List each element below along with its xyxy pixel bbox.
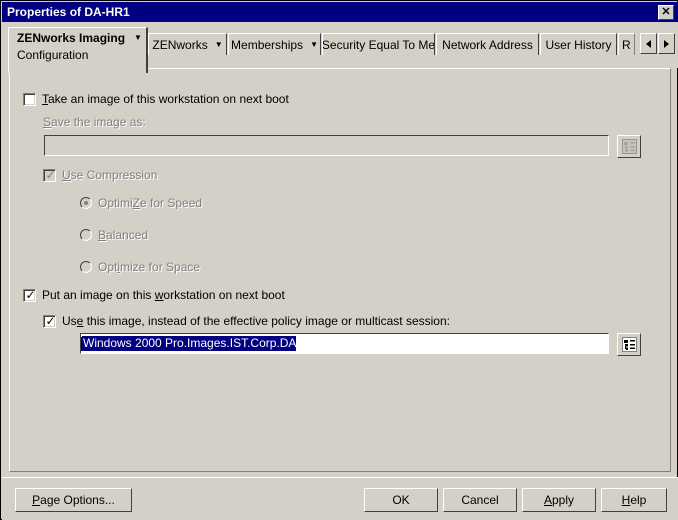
help-label: elp	[630, 493, 647, 507]
optimize-for-space-label: Optimize for Space	[98, 260, 200, 274]
balanced-accel: B	[98, 228, 107, 242]
check-icon: ✓	[25, 287, 36, 302]
dialog-button-bar: Page Options... OK Cancel Apply Help	[2, 477, 678, 520]
optimize-for-space-pre: Opt	[98, 260, 118, 274]
page-options-label: age Options...	[40, 493, 115, 507]
save-image-browse-button	[617, 135, 641, 158]
put-image-pre: Put an image on this	[42, 288, 155, 302]
cancel-button[interactable]: Cancel	[443, 488, 517, 512]
tree-browse-icon	[621, 139, 637, 154]
save-image-label-text: ave the image as:	[51, 115, 146, 129]
ok-label: OK	[392, 493, 410, 507]
tab-user-history[interactable]: User History	[540, 33, 617, 55]
cancel-label: Cancel	[461, 493, 499, 507]
take-image-label: Take an image of this workstation on nex…	[42, 92, 289, 106]
check-icon: ✓	[45, 167, 56, 182]
tab-network-address-label: Network Address	[442, 37, 533, 52]
take-image-checkbox-row[interactable]: Take an image of this workstation on nex…	[23, 92, 289, 106]
check-icon: ✓	[45, 313, 56, 328]
tab-rights-clipped[interactable]: R	[618, 33, 635, 55]
use-compression-checkbox-row: ✓ Use Compression	[43, 168, 157, 182]
chevron-left-icon	[646, 39, 651, 48]
apply-accel: A	[543, 493, 552, 507]
optimize-for-speed-pre: Optimi	[98, 196, 133, 210]
page-options-button[interactable]: Page Options...	[15, 488, 132, 512]
tab-zenworks[interactable]: ZENworks ▼	[148, 33, 227, 55]
optimize-for-space-radio-row: Optimize for Space	[80, 260, 200, 274]
take-image-label-text: ake an image of this workstation on next…	[48, 92, 289, 106]
imaging-configuration-panel: Take an image of this workstation on nex…	[9, 68, 671, 472]
save-image-as-label: Save the image as:	[43, 115, 146, 129]
chevron-down-icon: ▼	[134, 33, 142, 42]
optimize-for-speed-label: OptimiZe for Speed	[98, 196, 202, 210]
tab-memberships[interactable]: Memberships ▼	[228, 33, 321, 55]
put-image-label: Put an image on this workstation on next…	[42, 288, 285, 302]
radio-dot-icon	[84, 201, 88, 205]
apply-button[interactable]: Apply	[522, 488, 596, 512]
optimize-for-speed-radio	[80, 197, 92, 209]
tab-user-history-label: User History	[545, 37, 612, 52]
use-this-image-checkbox-row[interactable]: ✓ Use this image, instead of the effecti…	[43, 314, 450, 328]
chevron-right-icon	[664, 39, 669, 48]
chevron-down-icon: ▼	[214, 39, 223, 49]
image-path-input-value: Windows 2000 Pro.Images.IST.Corp.DA	[82, 336, 297, 351]
tree-browse-icon	[621, 337, 637, 352]
image-path-browse-button[interactable]	[617, 333, 641, 356]
tab-memberships-label: Memberships	[231, 37, 304, 52]
tab-rights-clipped-label: R	[622, 37, 631, 52]
tab-scroll-left-button[interactable]	[640, 33, 657, 54]
tab-zenworks-imaging-label: ZENworks Imaging	[17, 31, 126, 45]
title-bar: Properties of DA-HR1 ✕	[2, 2, 678, 22]
help-button[interactable]: Help	[601, 488, 667, 512]
use-compression-checkbox: ✓	[43, 167, 56, 182]
tab-zenworks-imaging[interactable]: ZENworks Imaging ▼ Configuration	[8, 27, 148, 73]
close-button[interactable]: ✕	[658, 4, 674, 20]
tab-zenworks-imaging-sublabel: Configuration	[17, 48, 89, 62]
put-image-post: orkstation on next boot	[163, 288, 285, 302]
balanced-label: Balanced	[98, 228, 148, 242]
optimize-for-speed-accel: Z	[132, 196, 141, 210]
use-compression-label: Use Compression	[62, 168, 157, 182]
take-image-checkbox[interactable]	[23, 92, 36, 106]
apply-label: pply	[552, 493, 575, 507]
optimize-for-speed-post: e for Speed	[140, 196, 203, 210]
ok-button[interactable]: OK	[364, 488, 438, 512]
save-image-accel: S	[43, 115, 52, 129]
properties-dialog: Properties of DA-HR1 ✕ ZENworks Imaging …	[0, 0, 678, 520]
put-image-checkbox[interactable]: ✓	[23, 287, 36, 302]
use-this-image-pre: Us	[62, 314, 77, 328]
balanced-radio	[80, 229, 92, 241]
save-image-input	[44, 135, 609, 156]
balanced-post: alanced	[106, 228, 149, 242]
put-image-checkbox-row[interactable]: ✓ Put an image on this workstation on ne…	[23, 288, 285, 302]
window-title: Properties of DA-HR1	[7, 5, 130, 19]
use-this-image-post: this image, instead of the effective pol…	[83, 314, 450, 328]
optimize-for-speed-radio-row: OptimiZe for Speed	[80, 196, 202, 210]
use-compression-accel: U	[62, 168, 71, 182]
close-icon: ✕	[661, 5, 671, 18]
chevron-down-icon: ▼	[310, 39, 318, 49]
tab-zenworks-label: ZENworks	[152, 37, 208, 52]
tab-security-equal-to-me-label: Security Equal To Me	[322, 37, 435, 52]
help-accel: H	[621, 493, 631, 507]
tab-security-equal-to-me[interactable]: Security Equal To Me	[322, 33, 435, 55]
save-image-label-row: Save the image as:	[43, 115, 146, 129]
page-options-accel: P	[32, 493, 41, 507]
use-compression-label-text: se Compression	[70, 168, 158, 182]
use-this-image-label: Use this image, instead of the effective…	[62, 314, 450, 328]
tab-scroll-right-button[interactable]	[658, 33, 675, 54]
tab-zenworks-imaging-line1: ZENworks Imaging ▼	[17, 31, 142, 45]
use-this-image-checkbox[interactable]: ✓	[43, 313, 56, 328]
tab-network-address[interactable]: Network Address	[436, 33, 539, 55]
optimize-for-space-radio	[80, 261, 92, 273]
image-path-input[interactable]: Windows 2000 Pro.Images.IST.Corp.DA	[80, 333, 609, 354]
balanced-radio-row: Balanced	[80, 228, 148, 242]
optimize-for-space-post: mize for Space	[120, 260, 201, 274]
tab-strip: ZENworks Imaging ▼ Configuration ZENwork…	[2, 22, 678, 73]
